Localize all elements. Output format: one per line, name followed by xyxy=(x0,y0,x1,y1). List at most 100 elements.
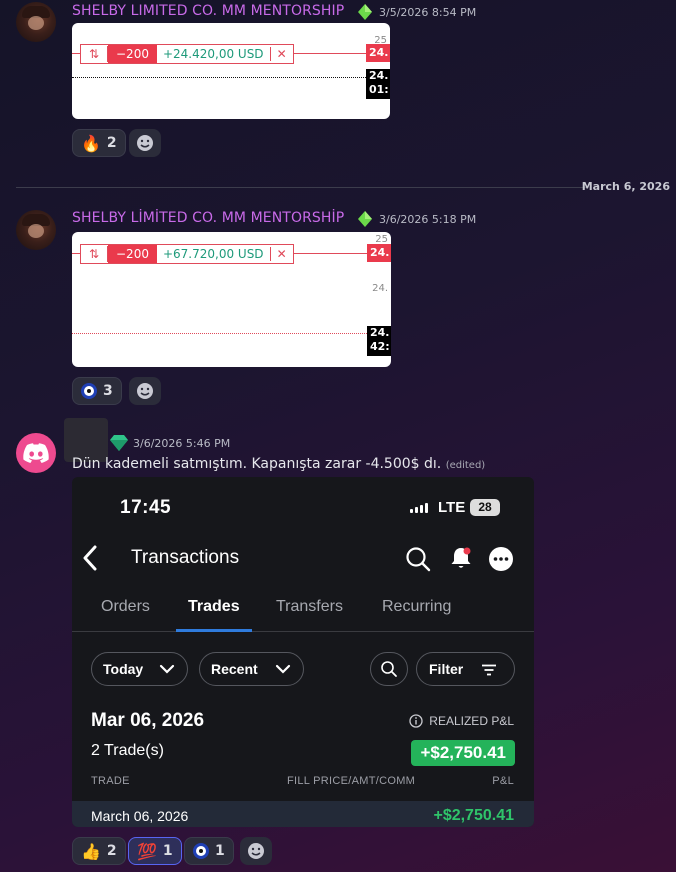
search-icon[interactable] xyxy=(405,546,431,572)
filter-icon xyxy=(482,664,496,676)
last-price-tag-line1: 24. xyxy=(369,69,389,82)
position-bar: ⇅ −200 +24.420,00 USD ✕ xyxy=(80,44,294,64)
column-header-pnl: P&L xyxy=(492,775,514,787)
reaction-count: 2 xyxy=(106,135,117,151)
page-title: Transactions xyxy=(131,547,240,568)
chevron-down-icon xyxy=(275,664,291,674)
position-qty: −200 xyxy=(108,45,157,63)
edited-label: (edited) xyxy=(445,460,486,471)
trade-date: Mar 06, 2026 xyxy=(91,710,205,731)
avatar[interactable] xyxy=(16,2,56,42)
tab-orders[interactable]: Orders xyxy=(101,598,150,616)
reaction-thumbs-up[interactable]: 👍 2 xyxy=(72,837,126,865)
tab-divider xyxy=(72,631,534,632)
search-icon xyxy=(381,661,397,677)
last-price-tag: 24. 42: xyxy=(367,326,391,356)
position-pnl: +24.420,00 USD xyxy=(162,47,264,61)
sort-value: Recent xyxy=(211,661,258,677)
chart-screenshot[interactable]: 25 ⇅ −200 +67.720,00 USD ✕ 24. 24. 24. 4… xyxy=(72,232,391,367)
chevron-down-icon xyxy=(159,664,175,674)
username[interactable]: SHELBY LİMİTED CO. MM MENTORSHİP xyxy=(72,210,344,226)
reaction-nazar[interactable]: 1 xyxy=(184,837,234,865)
last-price-tag-line1: 24. xyxy=(370,326,390,339)
search-button[interactable] xyxy=(370,652,408,686)
column-header-fill: FILL PRICE/AMT/COMM xyxy=(287,775,416,787)
realized-pnl-text: REALIZED P&L xyxy=(429,714,514,728)
date-divider xyxy=(16,187,586,188)
avatar[interactable] xyxy=(16,433,56,473)
filter-button[interactable]: Filter xyxy=(416,652,515,686)
close-icon[interactable]: ✕ xyxy=(269,247,293,261)
date-divider-label: March 6, 2026 xyxy=(581,180,670,193)
date-range-dropdown[interactable]: Today xyxy=(91,652,188,686)
avatar-face xyxy=(28,224,44,238)
tab-selected-indicator xyxy=(176,629,252,632)
info-icon[interactable] xyxy=(409,714,423,728)
status-time: 17:45 xyxy=(120,497,172,518)
diamond-icon xyxy=(110,435,128,451)
discord-logo-icon xyxy=(23,443,49,463)
column-header-trade: TRADE xyxy=(91,775,130,787)
date-range-value: Today xyxy=(103,661,144,677)
signal-icon xyxy=(410,503,428,513)
position-pnl: +67.720,00 USD xyxy=(162,247,264,261)
realized-pnl-value: +$2,750.41 xyxy=(411,740,515,766)
fire-icon: 🔥 xyxy=(81,133,101,153)
thumbs-up-icon: 👍 xyxy=(81,841,101,861)
smile-icon xyxy=(248,843,264,859)
message-text: Dün kademeli satmıştım. Kapanışta zarar … xyxy=(72,456,485,472)
notification-bell-icon[interactable] xyxy=(448,545,474,571)
price-tag: 24. xyxy=(366,44,390,62)
chart-screenshot[interactable]: 25 ⇅ −200 +24.420,00 USD ✕ 24. 24. 01: xyxy=(72,23,390,119)
network-label: LTE xyxy=(438,499,466,516)
more-options-icon[interactable] xyxy=(488,546,514,572)
reaction-count: 1 xyxy=(162,843,173,859)
reaction-nazar[interactable]: 3 xyxy=(72,377,122,405)
tab-transfers[interactable]: Transfers xyxy=(276,598,343,616)
price-line xyxy=(72,77,366,78)
axis-label: 24. xyxy=(372,283,388,294)
sort-dropdown[interactable]: Recent xyxy=(199,652,304,686)
filter-label: Filter xyxy=(429,661,464,677)
row-amount: +$2,750.41 xyxy=(433,807,514,824)
smile-icon xyxy=(137,135,153,151)
message-body: Dün kademeli satmıştım. Kapanışta zarar … xyxy=(72,456,442,472)
position-qty: −200 xyxy=(108,245,157,263)
trade-screenshot[interactable]: 17:45 LTE 28 Transactions Orders Trades … xyxy=(72,477,534,827)
last-price-tag-line2: 42: xyxy=(370,340,390,353)
last-price-tag-line2: 01: xyxy=(369,83,389,96)
close-icon[interactable]: ✕ xyxy=(269,47,293,61)
tab-recurring[interactable]: Recurring xyxy=(382,598,451,616)
battery-icon: 28 xyxy=(470,499,500,516)
avatar-face xyxy=(28,16,44,30)
price-tag: 24. xyxy=(367,244,391,262)
price-line xyxy=(72,333,367,334)
nitro-gem-icon xyxy=(358,211,372,227)
back-arrow-icon[interactable] xyxy=(82,545,98,571)
reaction-count: 1 xyxy=(215,843,225,859)
last-price-tag: 24. 01: xyxy=(366,69,390,99)
nitro-gem-icon xyxy=(358,4,372,20)
row-date: March 06, 2026 xyxy=(91,808,189,824)
timestamp: 3/5/2026 8:54 PM xyxy=(379,6,477,19)
timestamp: 3/6/2026 5:18 PM xyxy=(379,213,477,226)
reverse-icon[interactable]: ⇅ xyxy=(81,246,108,262)
nazar-icon xyxy=(193,843,209,859)
hundred-points-icon: 💯 xyxy=(137,841,157,861)
avatar[interactable] xyxy=(16,210,56,250)
add-reaction-button[interactable] xyxy=(129,129,161,157)
smile-icon xyxy=(137,383,153,399)
reaction-hundred[interactable]: 💯 1 xyxy=(128,837,182,865)
nazar-icon xyxy=(81,383,97,399)
tab-trades[interactable]: Trades xyxy=(188,598,240,616)
trade-count: 2 Trade(s) xyxy=(91,742,164,759)
reaction-fire[interactable]: 🔥 2 xyxy=(72,129,126,157)
username[interactable]: SHELBY LIMITED CO. MM MENTORSHIP xyxy=(72,3,344,19)
realized-pnl-label: REALIZED P&L xyxy=(409,714,514,728)
reverse-icon[interactable]: ⇅ xyxy=(81,46,108,62)
add-reaction-button[interactable] xyxy=(240,837,272,865)
add-reaction-button[interactable] xyxy=(129,377,161,405)
reaction-count: 2 xyxy=(106,843,117,859)
timestamp: 3/6/2026 5:46 PM xyxy=(133,437,231,450)
position-bar: ⇅ −200 +67.720,00 USD ✕ xyxy=(80,244,294,264)
